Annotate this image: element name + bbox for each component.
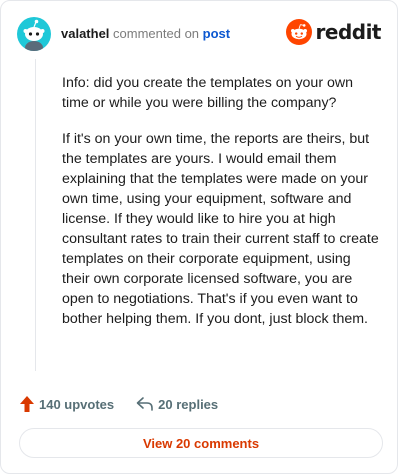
- comment-card: valathel commented on post reddit Info: …: [0, 0, 398, 474]
- reddit-logo-icon: [285, 19, 312, 45]
- snoo-avatar-icon[interactable]: [17, 17, 51, 51]
- byline: valathel commented on post: [61, 26, 230, 42]
- upvote-button[interactable]: 140 upvotes: [19, 395, 114, 413]
- upvote-arrow-icon: [20, 396, 34, 412]
- reply-arrow-icon: [136, 397, 153, 411]
- comment-footer: 140 upvotes 20 replies: [19, 393, 218, 415]
- byline-action-text: commented on: [109, 26, 203, 41]
- post-link[interactable]: post: [203, 26, 230, 41]
- upvote-count: 140 upvotes: [39, 396, 115, 412]
- reddit-logo[interactable]: reddit: [285, 19, 382, 45]
- comment-paragraph: Info: did you create the templates on yo…: [62, 75, 354, 111]
- thread-line: [35, 59, 36, 371]
- reddit-wordmark: reddit: [315, 20, 382, 44]
- comment-paragraph: If it's on your own time, the reports ar…: [62, 131, 379, 327]
- reply-count: 20 replies: [158, 396, 219, 412]
- comment-body: Info: did you create the templates on yo…: [62, 73, 380, 345]
- username-link[interactable]: valathel: [61, 26, 109, 41]
- reply-button[interactable]: 20 replies: [136, 396, 218, 412]
- comment-header: valathel commented on post reddit: [17, 17, 382, 51]
- view-comments-button[interactable]: View 20 comments: [19, 428, 383, 458]
